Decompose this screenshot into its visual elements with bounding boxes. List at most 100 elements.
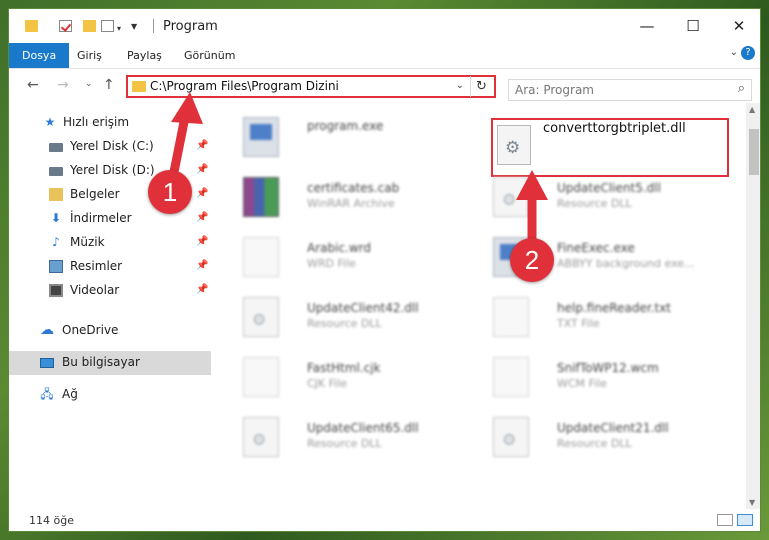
network-icon: 🖧 <box>40 387 54 401</box>
sidebar-item-videos[interactable]: Videolar 📌 <box>9 279 211 303</box>
sidebar-item-music[interactable]: ♪ Müzik 📌 <box>9 231 211 255</box>
item-count: 114 öğe <box>29 514 74 527</box>
list-item[interactable]: UpdateClient5.dll Resource DLL <box>483 167 723 225</box>
sidebar-item-label: Ağ <box>62 387 78 401</box>
minimize-button[interactable]: — <box>624 9 670 43</box>
dll-icon <box>493 177 529 217</box>
file-type: WinRAR Archive <box>307 197 395 210</box>
exe-icon <box>243 117 279 157</box>
sidebar-item-label: Belgeler <box>70 187 120 201</box>
file-type: WRD File <box>307 257 356 270</box>
search-icon[interactable]: ⌕ <box>738 81 745 96</box>
step-2-badge: 2 <box>510 238 554 282</box>
scroll-up-icon[interactable]: ▲ <box>749 105 755 114</box>
details-view-icon[interactable] <box>717 514 733 526</box>
search-input[interactable]: Ara: Program ⌕ <box>508 79 752 101</box>
sidebar-item-label: OneDrive <box>62 323 119 337</box>
dll-icon <box>493 417 529 457</box>
list-item[interactable]: UpdateClient21.dll Resource DLL <box>483 407 723 465</box>
file-name: UpdateClient42.dll <box>307 301 419 315</box>
pin-icon[interactable]: 📌 <box>196 212 208 223</box>
cloud-icon: ☁ <box>40 322 54 338</box>
list-item[interactable]: UpdateClient65.dll Resource DLL <box>233 407 473 465</box>
folder-icon[interactable] <box>25 20 38 32</box>
videos-icon <box>49 284 63 297</box>
list-item[interactable]: Arabic.wrd WRD File <box>233 227 473 285</box>
list-item[interactable]: certificates.cab WinRAR Archive <box>233 167 473 225</box>
address-path[interactable]: C:\Program Files\Program Dizini <box>150 79 339 93</box>
file-name: SnifToWP12.wcm <box>557 361 659 375</box>
documents-icon <box>49 188 63 201</box>
sidebar-item-label: Müzik <box>70 235 105 249</box>
refresh-icon[interactable]: ↻ <box>470 76 492 97</box>
forward-arrow-icon[interactable]: → <box>57 77 69 93</box>
tab-file[interactable]: Dosya <box>9 43 70 68</box>
file-type: Resource DLL <box>307 437 382 450</box>
list-item[interactable]: UpdateClient42.dll Resource DLL <box>233 287 473 345</box>
sidebar-item-local-disk-c[interactable]: Yerel Disk (C:) 📌 <box>9 135 211 159</box>
properties-check-icon[interactable] <box>59 20 72 32</box>
list-item[interactable]: help.fineReader.txt TXT File <box>483 287 723 345</box>
chevron-down-icon[interactable]: ▾ <box>117 24 121 33</box>
file-name: UpdateClient21.dll <box>557 421 669 435</box>
customize-toolbar-icon[interactable]: ▼ <box>131 22 137 31</box>
scrollbar-thumb[interactable] <box>749 129 759 175</box>
up-arrow-icon[interactable]: ↑ <box>103 77 115 93</box>
file-icon <box>243 357 279 397</box>
sidebar-item-quick-access[interactable]: ★ Hızlı erişim <box>9 111 211 135</box>
tab-home[interactable]: Giriş <box>66 43 113 68</box>
star-icon: ★ <box>44 115 56 129</box>
sidebar-item-label: Bu bilgisayar <box>62 355 140 369</box>
vertical-scrollbar[interactable]: ▲ ▼ <box>746 103 760 509</box>
list-item[interactable]: SnifToWP12.wcm WCM File <box>483 347 723 405</box>
download-icon: ⬇ <box>50 211 62 225</box>
tab-view[interactable]: Görünüm <box>173 43 246 68</box>
computer-icon <box>40 358 54 368</box>
file-name: certificates.cab <box>307 181 400 195</box>
navigation-pane: ★ Hızlı erişim Yerel Disk (C:) 📌 Yerel D… <box>9 103 211 503</box>
sidebar-item-label: Resimler <box>70 259 123 273</box>
scroll-down-icon[interactable]: ▼ <box>749 498 755 507</box>
status-bar: 114 öğe <box>9 509 760 531</box>
help-icon[interactable]: ? <box>741 46 755 60</box>
step-1-badge: 1 <box>148 170 192 214</box>
quick-access-toolbar-icon[interactable] <box>101 20 114 32</box>
pin-icon[interactable]: 📌 <box>196 164 208 175</box>
tab-share[interactable]: Paylaş <box>116 43 173 68</box>
file-name: help.fineReader.txt <box>557 301 671 315</box>
pin-icon[interactable]: 📌 <box>196 284 208 295</box>
new-folder-icon[interactable] <box>83 20 96 32</box>
navigation-bar: ← → ⌄ ↑ C:\Program Files\Program Dizini … <box>9 69 760 103</box>
search-placeholder: Ara: Program <box>515 83 594 97</box>
file-name: UpdateClient65.dll <box>307 421 419 435</box>
file-icon <box>243 237 279 277</box>
window-title: Program <box>163 19 218 34</box>
pin-icon[interactable]: 📌 <box>196 260 208 271</box>
sidebar-item-network[interactable]: 🖧 Ağ <box>9 383 211 407</box>
close-button[interactable]: ✕ <box>716 9 760 43</box>
large-icons-view-icon[interactable] <box>737 514 753 526</box>
file-name: FastHtml.cjk <box>307 361 381 375</box>
pin-icon[interactable]: 📌 <box>196 140 208 151</box>
recent-locations-icon[interactable]: ⌄ <box>85 79 93 89</box>
list-item[interactable]: program.exe <box>233 107 473 165</box>
music-icon: ♪ <box>52 235 60 249</box>
expand-ribbon-icon[interactable]: ⌄ <box>730 47 738 58</box>
sidebar-item-pictures[interactable]: Resimler 📌 <box>9 255 211 279</box>
file-type: Resource DLL <box>557 437 632 450</box>
maximize-button[interactable]: ☐ <box>670 9 716 43</box>
dll-icon <box>243 297 279 337</box>
pin-icon[interactable]: 📌 <box>196 236 208 247</box>
address-bar[interactable]: C:\Program Files\Program Dizini ⌄ ↻ <box>126 75 496 98</box>
file-type: CJK File <box>307 377 348 390</box>
list-item[interactable]: FastHtml.cjk CJK File <box>233 347 473 405</box>
pin-icon[interactable]: 📌 <box>196 188 208 199</box>
file-name: Arabic.wrd <box>307 241 372 255</box>
sidebar-item-this-pc[interactable]: Bu bilgisayar <box>9 351 211 375</box>
file-name: program.exe <box>307 119 384 133</box>
chevron-down-icon[interactable]: ⌄ <box>456 80 464 91</box>
divider <box>153 19 154 33</box>
back-arrow-icon[interactable]: ← <box>27 77 39 93</box>
sidebar-item-onedrive[interactable]: ☁ OneDrive <box>9 319 211 343</box>
file-type: WCM File <box>557 377 607 390</box>
